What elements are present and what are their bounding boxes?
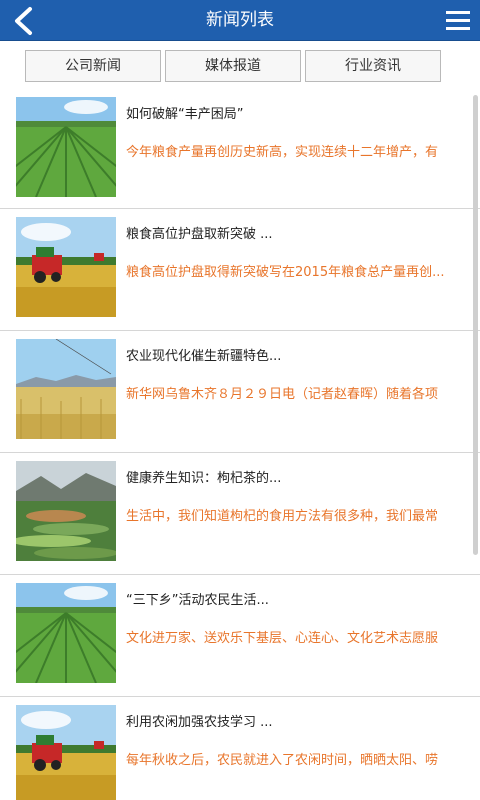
news-item[interactable]: 如何破解“丰产困局” 今年粮食产量再创历史新高，实现连续十二年增产，有 bbox=[0, 89, 480, 209]
news-thumbnail bbox=[16, 217, 116, 317]
news-thumbnail bbox=[16, 461, 116, 561]
news-item[interactable]: “三下乡”活动农民生活... 文化进万家、送欢乐下基层、心连心、文化艺术志愿服 bbox=[0, 575, 480, 697]
news-item[interactable]: 粮食高位护盘取新突破 ... 粮食高位护盘取得新突破写在2015年粮食总产量再创… bbox=[0, 209, 480, 331]
news-title: 健康养生知识：枸杞茶的... bbox=[126, 471, 282, 486]
hamburger-menu-icon[interactable] bbox=[444, 6, 472, 36]
news-list: 如何破解“丰产困局” 今年粮食产量再创历史新高，实现连续十二年增产，有 粮食高位… bbox=[0, 89, 480, 800]
news-summary: 文化进万家、送欢乐下基层、心连心、文化艺术志愿服 bbox=[126, 631, 439, 646]
news-title: 农业现代化催生新疆特色... bbox=[126, 349, 282, 364]
tab-company-news[interactable]: 公司新闻 bbox=[25, 50, 161, 82]
news-summary: 粮食高位护盘取得新突破写在2015年粮食总产量再创... bbox=[126, 265, 445, 280]
news-thumbnail bbox=[16, 705, 116, 800]
category-tabs: 公司新闻 媒体报道 行业资讯 bbox=[0, 41, 480, 89]
news-summary: 今年粮食产量再创历史新高，实现连续十二年增产，有 bbox=[126, 145, 439, 160]
news-summary: 生活中，我们知道枸杞的食用方法有很多种，我们最常 bbox=[126, 509, 439, 524]
page-title: 新闻列表 bbox=[206, 10, 274, 30]
tab-industry-info[interactable]: 行业资讯 bbox=[305, 50, 441, 82]
news-item[interactable]: 农业现代化催生新疆特色... 新华网乌鲁木齐８月２９日电（记者赵春晖）随着各项 bbox=[0, 331, 480, 453]
news-summary: 新华网乌鲁木齐８月２９日电（记者赵春晖）随着各项 bbox=[126, 387, 439, 402]
news-thumbnail bbox=[16, 97, 116, 197]
news-title: “三下乡”活动农民生活... bbox=[126, 593, 269, 608]
news-title: 粮食高位护盘取新突破 ... bbox=[126, 227, 273, 242]
news-thumbnail bbox=[16, 583, 116, 683]
news-title: 利用农闲加强农技学习 ... bbox=[126, 715, 273, 730]
scrollbar[interactable] bbox=[473, 95, 478, 555]
top-bar: 新闻列表 bbox=[0, 0, 480, 41]
tab-media-reports[interactable]: 媒体报道 bbox=[165, 50, 301, 82]
news-summary: 每年秋收之后，农民就进入了农闲时间，晒晒太阳、唠 bbox=[126, 753, 439, 768]
news-title: 如何破解“丰产困局” bbox=[126, 107, 244, 122]
news-thumbnail bbox=[16, 339, 116, 439]
news-item[interactable]: 健康养生知识：枸杞茶的... 生活中，我们知道枸杞的食用方法有很多种，我们最常 bbox=[0, 453, 480, 575]
news-item[interactable]: 利用农闲加强农技学习 ... 每年秋收之后，农民就进入了农闲时间，晒晒太阳、唠 bbox=[0, 697, 480, 800]
